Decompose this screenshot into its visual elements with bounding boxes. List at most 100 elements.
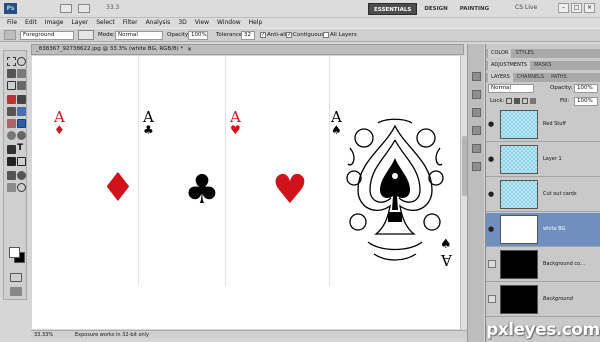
window-controls: – □ × (558, 3, 595, 13)
eraser-tool-icon[interactable] (7, 119, 16, 128)
marquee-tool-icon[interactable] (7, 57, 16, 66)
path-selection-tool-icon[interactable] (7, 157, 16, 166)
contiguous-label: Contiguous (293, 32, 325, 38)
minimize-icon[interactable]: – (558, 3, 569, 13)
layer-opacity-input[interactable]: 100% (574, 84, 598, 93)
card-edge (225, 56, 226, 286)
lasso-tool-icon[interactable] (17, 57, 26, 66)
lock-pixels-icon[interactable] (514, 98, 520, 104)
layer-row[interactable]: ● Layer 1 (486, 143, 600, 177)
layer-row[interactable]: ● Red Stuff (486, 108, 600, 142)
zoom-level-menu[interactable]: 33.3 (106, 4, 119, 11)
3d-rotate-tool-icon[interactable] (7, 171, 16, 180)
layer-row[interactable]: ● white BG (486, 213, 600, 247)
ace-of-clubs-corner: A ♣ (143, 110, 154, 137)
healing-brush-tool-icon[interactable] (7, 95, 16, 104)
document-tab[interactable]: _838367_92738622.jpg @ 33.3% (white BG, … (31, 44, 464, 55)
type-tool-icon[interactable]: T (17, 144, 26, 153)
hand-tool-icon[interactable] (7, 183, 16, 192)
move-tool-icon[interactable] (7, 69, 16, 78)
tab-channels[interactable]: CHANNELS (514, 73, 547, 82)
workspace-essentials-button[interactable]: ESSENTIALS (368, 3, 418, 15)
menu-analysis[interactable]: Analysis (142, 18, 175, 28)
history-brush-tool-icon[interactable] (17, 107, 26, 116)
tab-color[interactable]: COLOR (488, 49, 512, 58)
tab-paths[interactable]: PATHS (548, 73, 570, 82)
lock-all-icon[interactable] (530, 98, 536, 104)
menu-select[interactable]: Select (92, 18, 119, 28)
menu-layer[interactable]: Layer (67, 18, 92, 28)
diamond-icon: ♦ (54, 123, 65, 137)
eye-icon[interactable]: ● (488, 155, 496, 163)
layer-row[interactable]: Background (486, 283, 600, 317)
workspace-painting-button[interactable]: PAINTING (455, 3, 494, 15)
blend-mode-select[interactable]: Normal (488, 84, 534, 93)
menu-help[interactable]: Help (245, 18, 267, 28)
screen-mode-icon[interactable] (10, 287, 22, 296)
card-rank-inverted: A (441, 251, 452, 269)
all-layers-checkbox[interactable]: All Layers (323, 31, 357, 40)
3d-orbit-tool-icon[interactable] (17, 171, 26, 180)
pen-tool-icon[interactable] (7, 145, 16, 154)
lock-position-icon[interactable] (522, 98, 528, 104)
paint-bucket-tool-icon[interactable] (17, 119, 26, 128)
color-panel-tabs: COLOR STYLES (486, 49, 600, 58)
close-icon[interactable]: × (584, 3, 595, 13)
blur-tool-icon[interactable] (7, 131, 16, 140)
tab-masks[interactable]: MASKS (531, 61, 554, 70)
tab-styles[interactable]: STYLES (512, 49, 536, 58)
magic-wand-tool-icon[interactable] (17, 69, 26, 78)
menu-image[interactable]: Image (41, 18, 68, 28)
tolerance-input[interactable]: 32 (241, 31, 255, 40)
tab-adjustments[interactable]: ADJUSTMENTS (488, 61, 531, 70)
eye-icon[interactable]: ● (488, 120, 496, 128)
cs-live-button[interactable]: CS Live (515, 4, 537, 11)
paint-bucket-tool-icon[interactable] (4, 30, 16, 40)
eye-icon[interactable]: ● (488, 190, 496, 198)
status-info[interactable]: Exposure works in 32-bit only (75, 331, 149, 339)
pattern-picker[interactable] (78, 30, 94, 40)
menu-file[interactable]: File (3, 18, 21, 28)
foreground-color-swatch[interactable] (9, 247, 20, 258)
visibility-off-icon[interactable] (488, 295, 496, 303)
bridge-icon[interactable] (60, 4, 72, 13)
menu-edit[interactable]: Edit (21, 18, 41, 28)
rectangle-tool-icon[interactable] (17, 157, 26, 166)
menu-3d[interactable]: 3D (174, 18, 190, 28)
collapsed-panels-strip (467, 44, 484, 342)
clone-source-panel-icon[interactable] (472, 126, 481, 135)
mini-bridge-icon[interactable] (78, 4, 90, 13)
zoom-tool-icon[interactable] (17, 183, 26, 192)
menu-window[interactable]: Window (213, 18, 245, 28)
lock-transparency-icon[interactable] (506, 98, 512, 104)
menu-filter[interactable]: Filter (119, 18, 142, 28)
maximize-icon[interactable]: □ (571, 3, 582, 13)
layer-row[interactable]: ● Cut out cards (486, 178, 600, 212)
layer-row[interactable]: Background co... (486, 248, 600, 282)
contiguous-checkbox[interactable]: ✓ Contiguous (286, 31, 324, 40)
layer-fill-input[interactable]: 100% (574, 97, 598, 106)
visibility-off-icon[interactable] (488, 260, 496, 268)
document-canvas[interactable]: A ♦ ♦ A ♣ ♣ A ♥ ♥ A ♠ ♠ A (32, 56, 460, 329)
brush-tool-icon[interactable] (17, 95, 26, 104)
mode-select[interactable]: Normal (115, 31, 163, 40)
quick-mask-icon[interactable] (10, 273, 22, 282)
actions-panel-icon[interactable] (472, 90, 481, 99)
history-panel-icon[interactable] (472, 72, 481, 81)
fill-source-select[interactable]: Foreground (20, 31, 74, 40)
eyedropper-tool-icon[interactable] (17, 81, 26, 90)
zoom-readout[interactable]: 33.33% (34, 331, 53, 339)
layer-name: Layer 1 (543, 156, 562, 162)
character-panel-icon[interactable] (472, 144, 481, 153)
tab-layers[interactable]: LAYERS (488, 73, 513, 82)
clone-stamp-tool-icon[interactable] (7, 107, 16, 116)
eye-icon[interactable]: ● (488, 225, 496, 233)
close-document-icon[interactable]: × (187, 45, 192, 54)
crop-tool-icon[interactable] (7, 81, 16, 90)
opacity-input[interactable]: 100% (188, 31, 208, 40)
workspace-design-button[interactable]: DESIGN (419, 3, 452, 15)
brush-panel-icon[interactable] (472, 108, 481, 117)
dodge-tool-icon[interactable] (17, 131, 26, 140)
menu-view[interactable]: View (191, 18, 213, 28)
paragraph-panel-icon[interactable] (472, 162, 481, 171)
